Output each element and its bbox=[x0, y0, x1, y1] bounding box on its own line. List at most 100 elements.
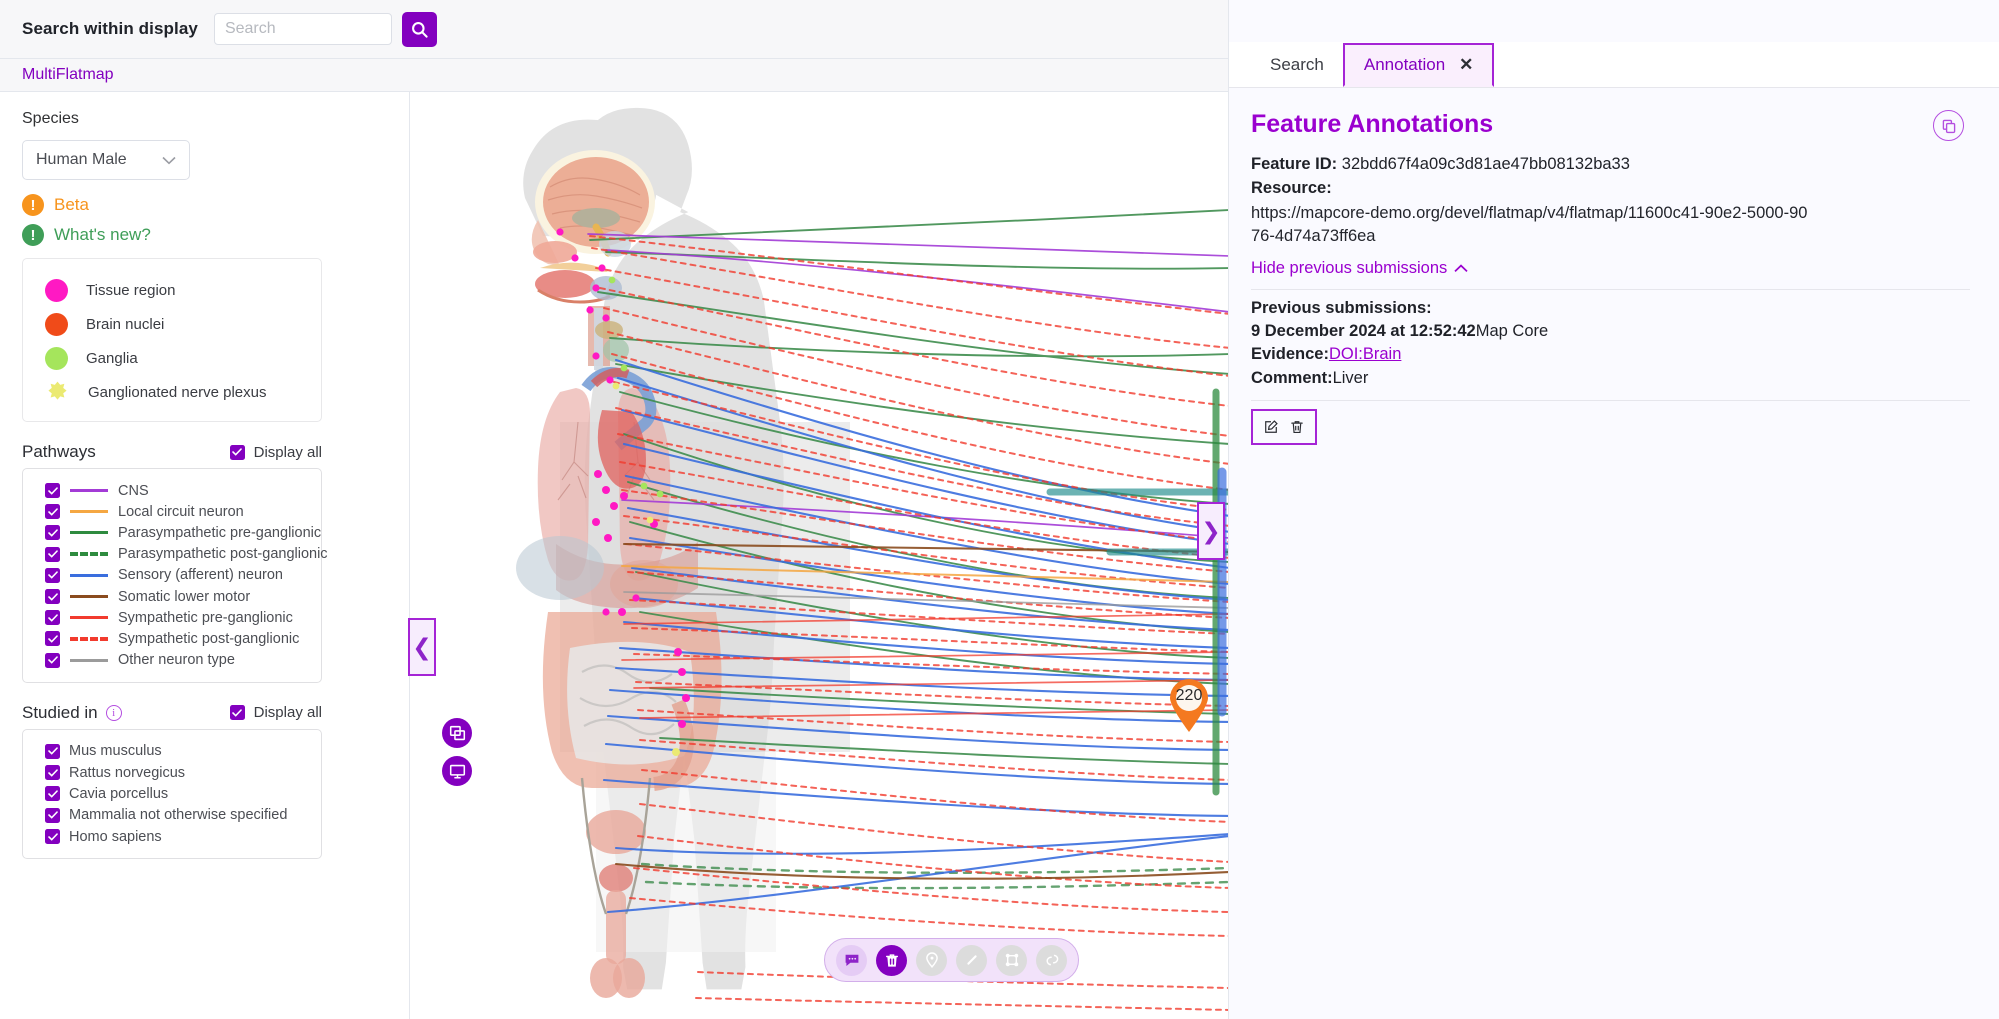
brain-nuclei-swatch-icon bbox=[45, 312, 68, 336]
pathway-row[interactable]: Sympathetic post-ganglionic bbox=[45, 628, 321, 649]
pathway-row[interactable]: Local circuit neuron bbox=[45, 501, 321, 522]
display-icon bbox=[449, 764, 465, 779]
comment-value: Liver bbox=[1332, 369, 1369, 388]
pathway-color-swatch-icon bbox=[70, 531, 108, 535]
evidence-label: Evidence: bbox=[1251, 345, 1329, 364]
submission-comment-row: Comment:Liver bbox=[1251, 367, 1970, 391]
submission-date: 9 December 2024 at 12:52:42 bbox=[1251, 321, 1476, 340]
pathway-label: Local circuit neuron bbox=[118, 503, 244, 520]
comment-tool-button[interactable] bbox=[836, 944, 867, 976]
search-button[interactable] bbox=[401, 11, 437, 47]
legend-item: Ganglionated nerve plexus bbox=[45, 375, 321, 409]
species-label: Species bbox=[22, 110, 79, 127]
checkbox-checked-icon[interactable] bbox=[229, 444, 245, 460]
info-icon[interactable]: i bbox=[105, 704, 122, 721]
checkbox-checked-icon[interactable] bbox=[45, 610, 60, 626]
pathway-label: Parasympathetic pre-ganglionic bbox=[118, 524, 322, 541]
connection-tool-button[interactable] bbox=[1036, 944, 1067, 976]
pathway-row[interactable]: Somatic lower motor bbox=[45, 586, 321, 607]
beta-badge-icon: ! bbox=[22, 194, 44, 216]
feature-id-row: Feature ID: 32bdd67f4a09c3d81ae47bb08132… bbox=[1251, 153, 1970, 176]
display-button[interactable] bbox=[442, 756, 472, 786]
previous-submissions-label: Previous submissions: bbox=[1251, 298, 1432, 317]
checkbox-checked-icon[interactable] bbox=[45, 652, 60, 668]
breadcrumb-item-multiflatmap[interactable]: MultiFlatmap bbox=[22, 66, 114, 84]
trash-icon bbox=[885, 953, 898, 967]
checkbox-checked-icon[interactable] bbox=[45, 567, 60, 583]
legend-item: Brain nuclei bbox=[45, 307, 321, 341]
studied-in-row[interactable]: Cavia porcellus bbox=[45, 783, 321, 804]
whats-new-badge-icon: ! bbox=[22, 224, 44, 246]
pathway-row[interactable]: Sensory (afferent) neuron bbox=[45, 565, 321, 586]
delete-tool-button[interactable] bbox=[876, 944, 907, 976]
pathway-row[interactable]: Parasympathetic post-ganglionic bbox=[45, 544, 328, 565]
beta-status-row[interactable]: ! Beta bbox=[22, 194, 409, 216]
trash-icon bbox=[1291, 421, 1303, 433]
delete-annotation-button[interactable] bbox=[1287, 417, 1307, 437]
checkbox-checked-icon[interactable] bbox=[45, 807, 60, 823]
marker-tool-button[interactable] bbox=[916, 944, 947, 976]
checkbox-checked-icon[interactable] bbox=[229, 705, 245, 721]
checkbox-checked-icon[interactable] bbox=[45, 631, 60, 647]
whats-new-status-row[interactable]: ! What's new? bbox=[22, 224, 409, 246]
checkbox-checked-icon[interactable] bbox=[45, 525, 60, 541]
studied-in-label: Homo sapiens bbox=[69, 828, 162, 845]
studied-in-display-all-label: Display all bbox=[253, 704, 322, 722]
checkbox-checked-icon[interactable] bbox=[45, 829, 60, 845]
pathway-row[interactable]: CNS bbox=[45, 480, 321, 501]
species-select[interactable]: Human Male bbox=[22, 140, 190, 180]
sidebar-collapse-button[interactable]: ❮ bbox=[408, 618, 436, 676]
pathways-header: Pathways Display all bbox=[22, 442, 322, 462]
checkbox-checked-icon[interactable] bbox=[45, 765, 60, 781]
pathways-list: CNS Local circuit neuron Parasympathetic p… bbox=[22, 468, 328, 683]
tab-annotation[interactable]: Annotation ✕ bbox=[1342, 43, 1495, 87]
search-input[interactable] bbox=[213, 13, 392, 45]
annotation-marker[interactable]: 220 bbox=[1167, 679, 1211, 733]
studied-in-row[interactable]: Mus musculus bbox=[45, 741, 321, 762]
checkbox-checked-icon[interactable] bbox=[45, 743, 60, 759]
studied-in-title: Studied in i bbox=[22, 703, 122, 723]
polygon-tool-button[interactable] bbox=[996, 944, 1027, 976]
pathway-label: Sympathetic pre-ganglionic bbox=[118, 609, 293, 626]
comment-label: Comment: bbox=[1251, 369, 1333, 388]
checkbox-checked-icon[interactable] bbox=[45, 786, 60, 802]
search-within-display-label: Search within display bbox=[22, 19, 198, 38]
pathway-row[interactable]: Parasympathetic pre-ganglionic bbox=[45, 522, 321, 543]
pathway-row[interactable]: Other neuron type bbox=[45, 650, 321, 671]
pathway-color-swatch-icon bbox=[70, 510, 108, 514]
annotation-toolbar bbox=[824, 938, 1079, 982]
pathway-color-swatch-icon bbox=[70, 616, 108, 620]
pathways-title: Pathways bbox=[22, 442, 96, 461]
copy-button[interactable] bbox=[1933, 110, 1964, 141]
hide-previous-submissions-label: Hide previous submissions bbox=[1251, 258, 1448, 277]
tab-search-label: Search bbox=[1270, 55, 1324, 74]
flatmap-canvas[interactable]: 220 bbox=[410, 92, 1228, 1019]
line-icon bbox=[966, 955, 977, 965]
studied-in-row[interactable]: Mammalia not otherwise specified bbox=[45, 805, 321, 826]
pathways-display-all-toggle[interactable]: Display all bbox=[229, 444, 322, 461]
studied-in-row[interactable]: Rattus norvegicus bbox=[45, 762, 321, 783]
feature-id-value: 32bdd67f4a09c3d81ae47bb08132ba33 bbox=[1341, 155, 1630, 173]
chevron-down-icon bbox=[162, 156, 176, 164]
checkbox-checked-icon[interactable] bbox=[45, 546, 60, 562]
edit-annotation-button[interactable] bbox=[1261, 417, 1281, 437]
studied-in-display-all-toggle[interactable]: Display all bbox=[229, 704, 322, 722]
pathway-row[interactable]: Sympathetic pre-ganglionic bbox=[45, 607, 321, 628]
checkbox-checked-icon[interactable] bbox=[45, 504, 60, 520]
tab-search[interactable]: Search bbox=[1251, 43, 1343, 87]
checkbox-checked-icon[interactable] bbox=[45, 589, 60, 605]
panel-collapse-button[interactable]: ❯ bbox=[1197, 502, 1225, 560]
close-icon[interactable]: ✕ bbox=[1459, 55, 1473, 75]
panel-tabs: Search Annotation ✕ bbox=[1229, 42, 1999, 88]
hide-previous-submissions-link[interactable]: Hide previous submissions bbox=[1251, 259, 1468, 278]
layers-button[interactable] bbox=[442, 718, 472, 748]
submission-actions bbox=[1251, 408, 1317, 445]
checkbox-checked-icon[interactable] bbox=[45, 483, 60, 499]
polygon-icon bbox=[1005, 953, 1018, 967]
line-tool-button[interactable] bbox=[956, 944, 987, 976]
studied-in-label: Mammalia not otherwise specified bbox=[69, 807, 288, 824]
species-selected-value: Human Male bbox=[36, 151, 127, 168]
studied-in-label: Mus musculus bbox=[69, 743, 162, 760]
studied-in-row[interactable]: Homo sapiens bbox=[45, 826, 321, 847]
evidence-link[interactable]: DOI:Brain bbox=[1329, 345, 1401, 363]
